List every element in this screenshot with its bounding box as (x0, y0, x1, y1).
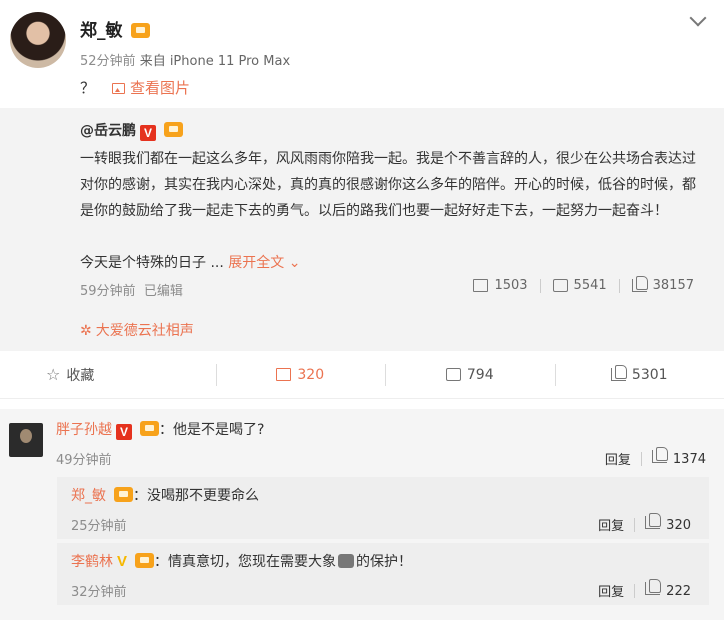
reply-button[interactable]: 回复 (598, 581, 624, 600)
repost-text-tail: 今天是个特殊的日子 ... (80, 255, 224, 271)
like-button[interactable]: 5301 (554, 351, 724, 398)
repost-card[interactable]: @岳云鹏 V 一转眼我们都在一起这么多年，风风雨雨你陪我一起。我是个不善言辞的人，… (0, 108, 724, 351)
expand-label[interactable]: 展开全文 (228, 255, 284, 271)
divider (634, 517, 636, 532)
chevron-down-icon[interactable] (689, 9, 707, 27)
like-icon (610, 365, 627, 381)
like-count: 5301 (631, 366, 668, 383)
topic-icon: ✲ (80, 323, 92, 339)
repost-like-count: 38157 (652, 278, 694, 293)
expand-full-text-link[interactable]: 展开全文 ⌄ (228, 255, 300, 271)
comment-count: 794 (466, 366, 494, 383)
comment-actions: 回复 1374 (605, 447, 706, 468)
like-icon (645, 579, 662, 595)
verified-red-icon: V (116, 424, 132, 440)
verified-yellow-icon: V (117, 553, 128, 570)
reply-like-button[interactable]: 320 (645, 513, 691, 533)
comment-like-button[interactable]: 1374 (651, 447, 706, 467)
divider (634, 583, 636, 598)
reply-button[interactable]: 回复 (598, 515, 624, 534)
reply-like-button[interactable]: 222 (645, 579, 691, 599)
repost-author-name[interactable]: @岳云鹏 (80, 123, 136, 139)
post-source: 来自 iPhone 11 Pro Max (139, 54, 291, 69)
reply-actions: 回复 222 (598, 579, 691, 600)
reply-text: ：情真意切，您现在需要大象 (154, 554, 337, 570)
reply-like-count: 222 (666, 584, 691, 599)
reply-item: 郑_敏 ：没喝那不更要命么 25分钟前 回复 320 (57, 477, 709, 539)
avatar[interactable] (10, 12, 66, 68)
repost-time[interactable]: 59分钟前 (80, 284, 136, 299)
fan-badge-icon (164, 122, 183, 137)
forward-icon (473, 279, 489, 292)
repost-forward-count: 1503 (494, 278, 528, 293)
topic-label: 大爱德云社相声 (95, 323, 194, 339)
reply-line: 郑_敏 ：没喝那不更要命么 (71, 485, 259, 505)
repost-comment-stat[interactable]: 5541 (541, 278, 619, 293)
elephant-emoji-icon (338, 554, 355, 568)
avatar[interactable] (9, 423, 43, 457)
repost-author[interactable]: @岳云鹏 V (80, 120, 183, 141)
repost-meta: 59分钟前 已编辑 (80, 280, 183, 299)
star-icon: ☆ (46, 365, 61, 384)
like-icon (651, 447, 668, 463)
repost-text-more: 今天是个特殊的日子 ... 展开全文 ⌄ (80, 250, 300, 276)
reply-author[interactable]: 李鹤林 (71, 554, 113, 570)
reply-time: 25分钟前 (71, 519, 127, 534)
reply-time: 32分钟前 (71, 585, 127, 600)
reply-text-tail: 的保护！ (356, 554, 413, 570)
post-author[interactable]: 郑_敏 (80, 16, 150, 41)
view-picture-label: 查看图片 (130, 79, 191, 97)
repost-text: 一转眼我们都在一起这么多年，风风雨雨你陪我一起。我是个不善言辞的人，很少在公共场… (80, 151, 696, 219)
comment-list: 胖子孙越 V ：他是不是喝了? 49分钟前 回复 1374 郑_敏 ：没喝那不更要命么… (0, 409, 724, 620)
reply-actions: 回复 320 (598, 513, 691, 534)
view-picture-link[interactable]: 查看图片 (112, 77, 190, 98)
fan-badge-icon (130, 23, 150, 38)
post-meta: 52分钟前 来自 iPhone 11 Pro Max (80, 50, 290, 69)
repost-edited: 已编辑 (143, 284, 183, 299)
forward-button[interactable]: 320 (215, 351, 386, 398)
reply-button[interactable]: 回复 (605, 449, 631, 468)
repost-like-stat[interactable]: 38157 (620, 276, 706, 293)
comment-time: 49分钟前 (56, 453, 112, 468)
verified-red-icon: V (140, 125, 156, 141)
comment-icon (552, 279, 568, 292)
fan-badge-icon (135, 553, 155, 568)
reply-like-count: 320 (666, 518, 691, 533)
repost-stats: 1503 5541 38157 (461, 276, 706, 293)
post-time[interactable]: 52分钟前 (80, 54, 136, 69)
forward-icon (276, 368, 292, 381)
repost-comment-count: 5541 (573, 278, 607, 293)
reply-author[interactable]: 郑_敏 (71, 488, 106, 504)
comment-icon (445, 368, 461, 381)
image-icon (112, 83, 125, 94)
comment-line: 胖子孙越 V ：他是不是喝了? (56, 419, 264, 440)
post-text: ？ (80, 79, 96, 97)
comment-author[interactable]: 胖子孙越 (56, 422, 112, 438)
like-icon (645, 513, 662, 529)
comment-text: ：他是不是喝了? (159, 422, 265, 438)
topic-link[interactable]: ✲ 大爱德云社相声 (80, 320, 194, 340)
comment-like-count: 1374 (672, 452, 706, 467)
action-bar: ☆ 收藏 320 794 5301 (0, 351, 724, 399)
favorite-label: 收藏 (66, 367, 95, 384)
divider (640, 451, 642, 466)
reply-text: ：没喝那不更要命么 (133, 488, 259, 504)
reply-line: 李鹤林 V ：情真意切，您现在需要大象 的保护！ (71, 551, 412, 571)
fan-badge-icon (114, 487, 133, 502)
forward-count: 320 (297, 366, 325, 383)
favorite-button[interactable]: ☆ 收藏 (0, 351, 216, 398)
repost-forward-stat[interactable]: 1503 (461, 278, 539, 293)
comment-button[interactable]: 794 (385, 351, 555, 398)
post-author-name[interactable]: 郑_敏 (80, 21, 123, 41)
reply-item: 李鹤林 V ：情真意切，您现在需要大象 的保护！ 32分钟前 回复 222 (57, 543, 709, 605)
fan-badge-icon (140, 421, 159, 436)
like-icon (631, 276, 648, 292)
